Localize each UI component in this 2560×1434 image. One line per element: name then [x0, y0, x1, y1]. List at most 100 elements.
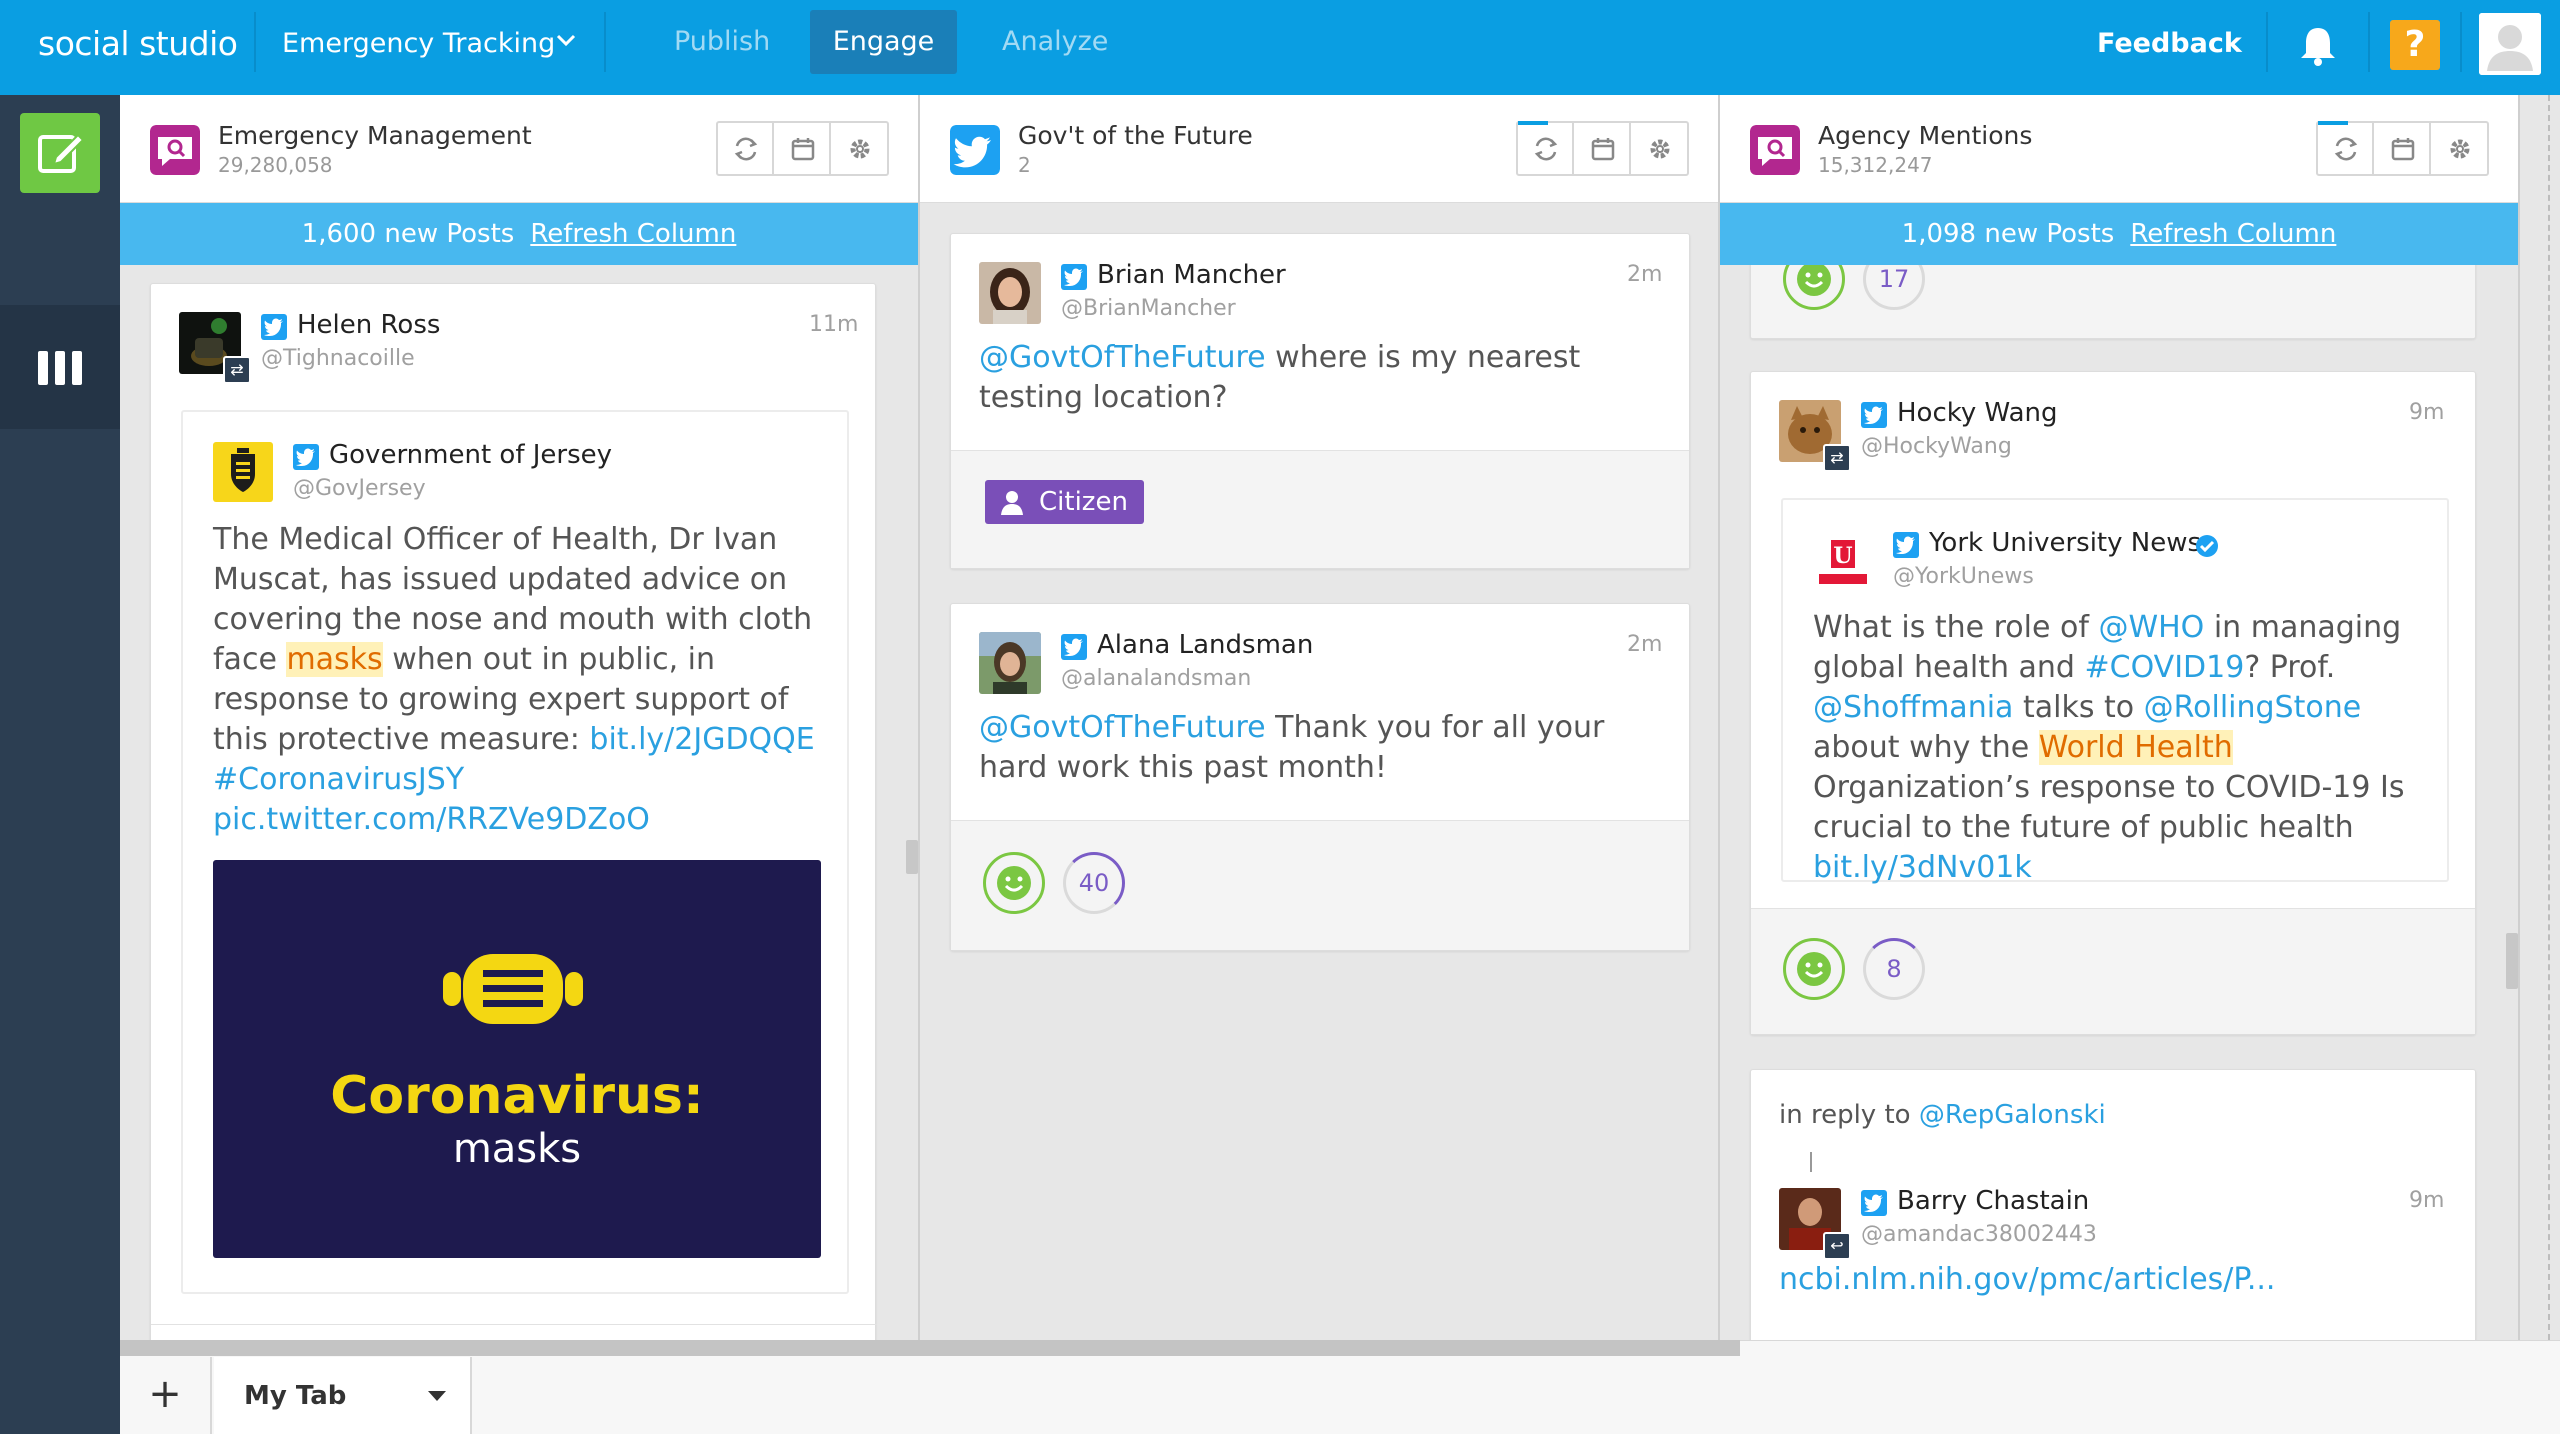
top-bar: social studio Emergency Tracking Publish… [0, 0, 2560, 95]
refresh-column-link[interactable]: Refresh Column [2130, 219, 2336, 249]
quoted-author-handle[interactable]: @GovJersey [293, 476, 426, 501]
refresh-button[interactable] [2318, 123, 2374, 174]
card-footer [951, 820, 1689, 950]
workspace-name[interactable]: Emergency Tracking [282, 28, 555, 59]
media-link[interactable]: pic.twitter.com/RRZVe9DZoO [213, 802, 650, 837]
topbar-divider [2460, 12, 2462, 72]
post-link[interactable]: bit.ly/2JGDQQE [589, 722, 814, 757]
mention-link[interactable]: @WHO [2098, 610, 2204, 645]
bell-icon[interactable] [2298, 24, 2338, 68]
twitter-icon [1061, 634, 1087, 660]
user-avatar[interactable] [2479, 13, 2541, 75]
reply-context: in reply to @RepGalonski [1779, 1100, 2106, 1130]
mention-link[interactable]: @GovtOfTheFuture [979, 340, 1266, 375]
reply-handle-link[interactable]: @RepGalonski [1919, 1100, 2106, 1130]
image-title: Coronavirus: [330, 1066, 704, 1126]
author-avatar[interactable] [979, 632, 1041, 694]
mention-link[interactable]: @Shoffmania [1813, 690, 2013, 725]
card-divider [951, 450, 1689, 451]
hashtag-link[interactable]: #CoronavirusJSY [213, 762, 464, 797]
horizontal-scrollbar[interactable] [120, 1340, 1740, 1356]
compose-icon [38, 133, 85, 173]
quoted-tweet[interactable]: U York University News @YorkUnews What i… [1781, 498, 2449, 885]
post-card[interactable]: Alana Landsman @alanalandsman 2m @GovtOf… [950, 603, 1690, 951]
topbar-divider [254, 12, 256, 72]
smiley-icon [997, 866, 1031, 900]
post-card[interactable]: Brian Mancher @BrianMancher 2m @GovtOfTh… [950, 233, 1690, 569]
settings-button[interactable] [1632, 123, 1688, 174]
author-name[interactable]: Barry Chastain [1897, 1186, 2089, 1216]
help-button[interactable]: ? [2390, 20, 2440, 70]
mask-icon [443, 954, 583, 1024]
sentiment-button[interactable] [1783, 938, 1845, 1000]
quoted-avatar[interactable]: U [1813, 530, 1873, 590]
thread-line [1810, 1152, 1812, 1172]
jersey-crest-icon [213, 442, 273, 502]
hashtag-link[interactable]: #COVID19 [2085, 650, 2245, 685]
compose-button[interactable] [20, 113, 100, 193]
chevron-down-icon[interactable] [552, 22, 580, 58]
quoted-author-name[interactable]: York University News [1929, 528, 2201, 558]
reply-prefix: in reply to [1779, 1100, 1919, 1130]
quoted-author-name[interactable]: Government of Jersey [329, 440, 612, 470]
app-logo[interactable]: social studio [38, 24, 238, 63]
calendar-button[interactable] [2375, 123, 2431, 174]
author-name[interactable]: Brian Mancher [1097, 260, 1286, 290]
post-link[interactable]: bit.ly/3dNv01k [1813, 850, 2032, 885]
column-count: 2 [1018, 153, 1031, 177]
post-card[interactable]: in reply to @RepGalonski ↩ Barry Chastai… [1750, 1069, 2476, 1340]
author-name[interactable]: Alana Landsman [1097, 630, 1313, 660]
author-handle[interactable]: @HockyWang [1861, 434, 2012, 459]
left-rail [0, 95, 120, 1434]
tab-my-tab[interactable]: My Tab [214, 1357, 472, 1434]
author-handle[interactable]: @BrianMancher [1061, 296, 1236, 321]
mention-link[interactable]: @GovtOfTheFuture [979, 710, 1266, 745]
column-scrollbar[interactable] [906, 840, 918, 874]
feedback-link[interactable]: Feedback [2097, 28, 2242, 59]
calendar-icon [1591, 138, 1615, 161]
engagement-score[interactable]: 8 [1863, 938, 1925, 1000]
refresh-column-link[interactable]: Refresh Column [530, 219, 736, 249]
quoted-tweet[interactable]: Government of Jersey @GovJersey The Medi… [181, 410, 849, 1294]
mention-link[interactable]: @RollingStone [2144, 690, 2362, 725]
post-card[interactable]: ⇄ Helen Ross @Tighnacoille 11m Governmen… [150, 283, 877, 1340]
refresh-button[interactable] [1518, 123, 1574, 174]
post-link[interactable]: ncbi.nlm.nih.gov/pmc/articles/P... [1779, 1260, 2449, 1300]
engagement-score[interactable]: 40 [1063, 852, 1125, 914]
calendar-button[interactable] [775, 123, 831, 174]
settings-button[interactable] [2432, 123, 2488, 174]
caret-down-icon[interactable] [428, 1391, 446, 1401]
retweet-icon: ⇄ [1823, 444, 1851, 472]
column-toolbar [716, 121, 889, 176]
author-avatar[interactable] [979, 262, 1041, 324]
author-handle[interactable]: @amandac38002443 [1861, 1222, 2097, 1247]
card-divider [951, 820, 1689, 821]
body-text: Organization’s response to COVID-19 Is c… [1813, 770, 2405, 845]
column-title: Agency Mentions [1818, 121, 2033, 150]
refresh-icon [1534, 137, 1558, 161]
author-handle[interactable]: @alanalandsman [1061, 666, 1251, 691]
settings-button[interactable] [832, 123, 888, 174]
quoted-avatar[interactable] [213, 442, 273, 502]
york-logo-icon: U [1813, 530, 1873, 590]
author-name[interactable]: Helen Ross [297, 310, 440, 340]
add-tab-button[interactable]: + [120, 1357, 212, 1434]
column-scrollbar[interactable] [2506, 933, 2518, 989]
author-handle[interactable]: @Tighnacoille [261, 346, 415, 371]
topbar-divider [2368, 12, 2370, 72]
post-card[interactable]: ⇄ Hocky Wang @HockyWang 9m U York Univer… [1750, 371, 2476, 1035]
media-image[interactable]: Coronavirus: masks [213, 860, 821, 1258]
author-name[interactable]: Hocky Wang [1897, 398, 2058, 428]
post-time: 9m [2409, 400, 2445, 425]
columns-view-button[interactable] [0, 305, 120, 429]
nav-analyze[interactable]: Analyze [1002, 26, 1108, 57]
sentiment-button[interactable] [983, 852, 1045, 914]
retweet-icon: ⇄ [223, 356, 251, 384]
quoted-author-handle[interactable]: @YorkUnews [1893, 564, 2034, 589]
refresh-button[interactable] [718, 123, 774, 174]
citizen-tag[interactable]: Citizen [985, 480, 1144, 524]
nav-engage[interactable]: Engage [810, 10, 957, 74]
body-text: ? Prof. [2244, 650, 2336, 685]
calendar-button[interactable] [1575, 123, 1631, 174]
nav-publish[interactable]: Publish [674, 26, 770, 57]
